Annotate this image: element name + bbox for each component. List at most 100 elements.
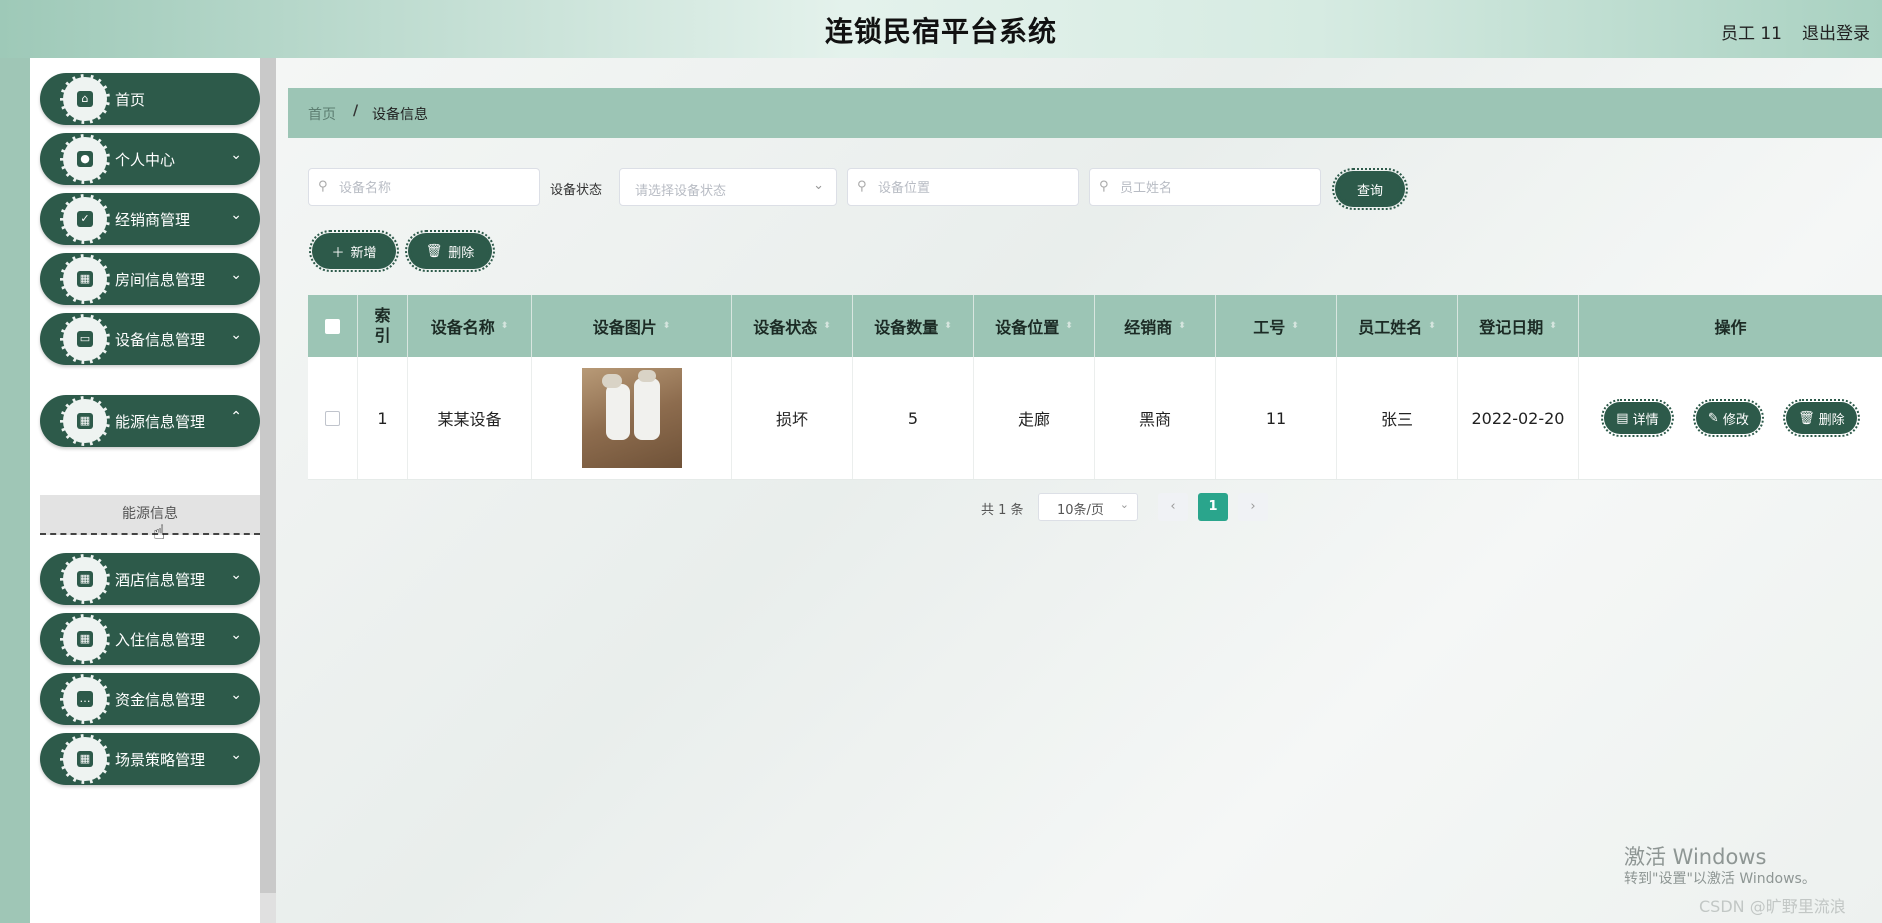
table-header: 索引 设备名称 ⬍ 设备图片 ⬍ 设备状态 ⬍ 设备数量 ⬍ 设备位置 ⬍ 经销商 ⬍ 工号… (308, 295, 1882, 357)
column-header[interactable]: 登记日期 ⬍ (1458, 295, 1579, 357)
sidebar-item-label: 场景策略管理 (115, 751, 206, 769)
row-checkbox[interactable] (325, 410, 340, 426)
column-header[interactable]: 设备数量 ⬍ (853, 295, 974, 357)
sidebar-item-profile[interactable]: ● 个人中心 ⌄ (40, 133, 260, 185)
user-icon: ● (60, 134, 110, 184)
select-all-cell (308, 295, 358, 357)
column-header[interactable]: 经销商 ⬍ (1095, 295, 1216, 357)
sidebar-scrollbar-track (260, 893, 276, 923)
page-number-button[interactable]: 1 (1198, 493, 1228, 521)
status-select-placeholder: 请选择设备状态 (635, 184, 727, 199)
app-title: 连锁民宿平台系统 (824, 15, 1057, 48)
plus-icon: ＋ (331, 245, 345, 261)
cell-device-image (532, 357, 732, 479)
pagination-total: 共 1 条 (981, 503, 1024, 518)
sidebar-item-label: 房间信息管理 (115, 271, 206, 289)
device-name-input[interactable] (337, 177, 531, 199)
employee-name-search[interactable]: ⚲ (1089, 168, 1321, 206)
cell-location: 走廊 (974, 357, 1095, 479)
column-header[interactable]: 设备位置 ⬍ (974, 295, 1095, 357)
chevron-down-icon: ⌄ (230, 207, 242, 223)
logout-link[interactable]: 退出登录 (1802, 19, 1870, 44)
csdn-watermark: CSDN @旷野里流浪 (1699, 897, 1846, 916)
chevron-down-icon: ⌄ (230, 747, 242, 763)
sort-icon[interactable]: ⬍ (663, 321, 671, 331)
sort-icon[interactable]: ⬍ (944, 321, 952, 331)
detail-button[interactable]: ▤ 详情 (1601, 399, 1674, 437)
status-filter-label: 设备状态 (550, 183, 603, 198)
column-header-label: 设备图片 (592, 318, 657, 337)
grid-icon: ▦ (60, 614, 110, 664)
search-icon: ⚲ (318, 179, 328, 194)
column-header-label: 员工姓名 (1358, 318, 1423, 337)
sidebar-item-home[interactable]: ⌂ 首页 (40, 73, 260, 125)
prev-page-button[interactable]: ‹ (1158, 493, 1188, 521)
column-header-label: 设备状态 (753, 318, 818, 337)
chevron-down-icon: ⌄ (230, 627, 242, 643)
next-page-button[interactable]: › (1238, 493, 1268, 521)
table-row: 1 某某设备 损坏 5 走廊 黑商 11 张三 2022-02-20 ▤ 详情 (308, 357, 1882, 480)
sort-icon[interactable]: ⬍ (1178, 321, 1186, 331)
column-header-label: 索引 (374, 306, 391, 345)
grid-icon: ▦ (60, 254, 110, 304)
sort-icon[interactable]: ⬍ (1428, 321, 1436, 331)
row-select-cell (308, 357, 358, 479)
column-header-label: 经销商 (1124, 318, 1173, 337)
column-header-label: 设备数量 (874, 318, 939, 337)
sidebar-item-label: 能源信息管理 (115, 413, 206, 431)
sort-icon[interactable]: ⬍ (1065, 321, 1073, 331)
status-select[interactable]: 请选择设备状态 ⌄ (619, 168, 837, 206)
search-icon: ⚲ (857, 179, 867, 194)
breadcrumb-home[interactable]: 首页 (308, 104, 336, 124)
activation-watermark-title: 激活 Windows (1624, 845, 1767, 869)
sort-icon[interactable]: ⬍ (823, 321, 831, 331)
column-header[interactable]: 设备名称 ⬍ (408, 295, 532, 357)
device-image[interactable] (581, 368, 682, 468)
sort-icon[interactable]: ⬍ (1549, 321, 1557, 331)
column-header[interactable]: 索引 (358, 295, 408, 357)
cell-employee-name: 张三 (1337, 357, 1458, 479)
sidebar-item-checkin[interactable]: ▦ 入住信息管理 ⌄ (40, 613, 260, 665)
sidebar-item-energy[interactable]: ▦ 能源信息管理 ⌃ (40, 395, 260, 447)
submenu-item-energy-info[interactable]: 能源信息 (40, 495, 260, 535)
page-size-value: 10条/页 (1057, 503, 1104, 518)
device-location-input[interactable] (876, 177, 1070, 199)
column-header[interactable]: 设备状态 ⬍ (732, 295, 853, 357)
sidebar-item-label: 酒店信息管理 (115, 571, 206, 589)
chevron-down-icon: ⌄ (230, 267, 242, 283)
select-all-checkbox[interactable] (325, 318, 340, 334)
sidebar-item-devices[interactable]: ▭ 设备信息管理 ⌄ (40, 313, 260, 365)
breadcrumb-separator: / (353, 103, 359, 119)
device-name-search[interactable]: ⚲ (308, 168, 540, 206)
add-button[interactable]: ＋ 新增 (309, 230, 399, 272)
activation-watermark-subtitle: 转到"设置"以激活 Windows。 (1624, 871, 1816, 887)
sidebar-scrollbar[interactable] (260, 58, 276, 893)
sidebar-item-label: 入住信息管理 (115, 631, 206, 649)
column-header[interactable]: 设备图片 ⬍ (532, 295, 732, 357)
current-user: 员工 11 (1720, 24, 1782, 44)
edit-button-label: 修改 (1722, 412, 1749, 428)
device-location-search[interactable]: ⚲ (847, 168, 1079, 206)
edit-button[interactable]: ✎ 修改 (1692, 399, 1764, 437)
sidebar-item-dealers[interactable]: ✓ 经销商管理 ⌄ (40, 193, 260, 245)
delete-button-label: 删除 (448, 245, 475, 261)
sidebar: ⌂ 首页 ● 个人中心 ⌄ ✓ 经销商管理 ⌄ ▦ 房间信息管理 ⌄ ▭ 设备信… (30, 58, 260, 923)
sort-icon[interactable]: ⬍ (1291, 321, 1299, 331)
page-size-select[interactable]: 10条/页 ⌄ (1038, 493, 1138, 521)
sidebar-item-funds[interactable]: … 资金信息管理 ⌄ (40, 673, 260, 725)
sidebar-item-label: 经销商管理 (115, 211, 191, 229)
sidebar-item-scenes[interactable]: ▦ 场景策略管理 ⌄ (40, 733, 260, 785)
row-delete-button[interactable]: 🗑 删除 (1783, 399, 1860, 437)
chevron-down-icon: ⌄ (1119, 498, 1129, 511)
column-header[interactable]: 工号 ⬍ (1216, 295, 1337, 357)
sidebar-item-hotels[interactable]: ▦ 酒店信息管理 ⌄ (40, 553, 260, 605)
cell-date: 2022-02-20 (1458, 357, 1579, 479)
employee-name-input[interactable] (1118, 177, 1312, 199)
column-header[interactable]: 员工姓名 ⬍ (1337, 295, 1458, 357)
query-button[interactable]: 查询 (1332, 168, 1408, 210)
delete-button[interactable]: 🗑 删除 (405, 230, 495, 272)
sidebar-item-rooms[interactable]: ▦ 房间信息管理 ⌄ (40, 253, 260, 305)
app-header: 连锁民宿平台系统 员工 11 退出登录 (0, 0, 1882, 58)
sort-icon[interactable]: ⬍ (501, 321, 509, 331)
grid-icon: ▦ (60, 554, 110, 604)
